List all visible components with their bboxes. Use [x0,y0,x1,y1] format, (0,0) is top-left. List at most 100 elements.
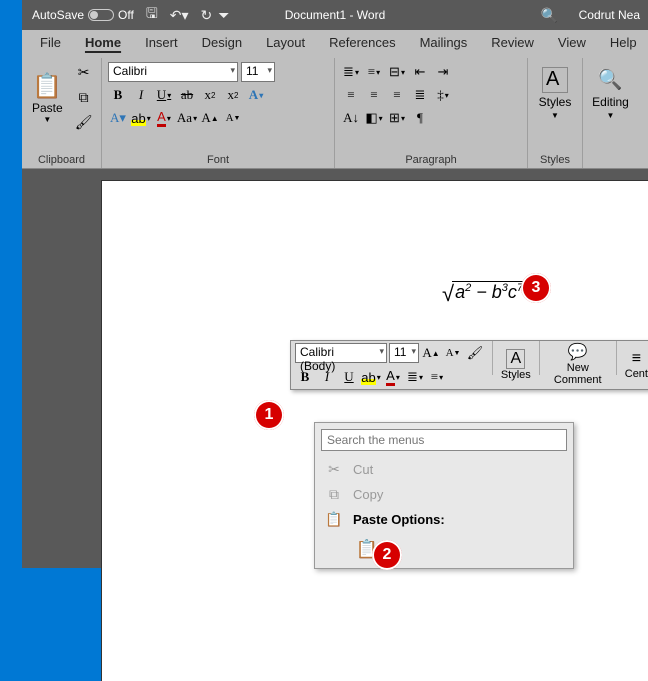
superscript-button[interactable]: x2 [223,85,243,105]
highlight-button[interactable]: ab▾ [131,108,151,128]
ctx-copy-label: Copy [353,487,383,502]
equation[interactable]: √ a2 − b3c7 [442,281,526,307]
mini-toolbar: Calibri (Body) 11 A▲ A▼ 🖌 B I U ab▾ A▾ ≣… [290,340,648,390]
subscript-button[interactable]: x2 [200,85,220,105]
group-font: Calibri 11 B I U▾ ab x2 x2 A▾ A▾ ab▾ A▾ … [102,58,335,168]
user-name: Codrut Nea [579,8,640,22]
paste-button[interactable]: 📋 Paste ▼ [28,62,67,133]
decrease-indent-button[interactable]: ⇤ [410,62,430,82]
mini-size-combo[interactable]: 11 [389,343,419,363]
show-marks-button[interactable]: ¶ [410,108,430,128]
mini-styles[interactable]: A Styles [496,341,536,389]
format-painter-button[interactable]: 🖌 [71,112,97,133]
font-color-button[interactable]: A▾ [154,108,174,128]
numbering-button[interactable]: ≡▾ [364,62,384,82]
scissors-icon: ✂ [78,64,90,81]
tab-review[interactable]: Review [479,30,546,58]
menu-search-input[interactable] [321,429,567,451]
underline-button[interactable]: U▾ [154,85,174,105]
autosave-label: AutoSave [32,8,84,22]
title-bar: AutoSave Off 🖫 ↶▾ ↻ ⏷ Document1 - Word 🔍… [22,0,648,30]
strikethrough-button[interactable]: ab [177,85,197,105]
group-label-clipboard: Clipboard [28,152,95,166]
tab-help[interactable]: Help [598,30,648,58]
line-spacing-button[interactable]: ‡▾ [433,85,453,105]
align-icon: ≡ [632,350,641,368]
search-icon[interactable]: 🔍 [541,7,558,24]
copy-icon: ⧉ [325,486,343,503]
ribbon-tabs: File Home Insert Design Layout Reference… [22,30,648,58]
grow-font-button[interactable]: A▲ [200,108,220,128]
toggle-icon [88,9,114,21]
autosave-state: Off [118,8,134,22]
align-left-button[interactable]: ≡ [341,85,361,105]
styles-button[interactable]: A Styles ▼ [532,62,579,125]
tab-file[interactable]: File [28,30,73,58]
styles-btn-label: Styles [539,95,572,109]
increase-indent-button[interactable]: ⇥ [433,62,453,82]
justify-button[interactable]: ≣ [410,85,430,105]
shrink-font-button[interactable]: A▼ [223,108,243,128]
mini-styles-label: Styles [501,369,531,381]
undo-icon[interactable]: ↶▾ [170,7,189,24]
find-icon: 🔍 [598,67,624,93]
group-label-styles: Styles [540,152,570,166]
paintbrush-icon: 🖌 [75,114,93,131]
context-menu: ✂ Cut ⧉ Copy 📋 Paste Options: 📋 [314,422,574,569]
clipboard-icon: 📋 [32,72,62,101]
sort-button[interactable]: A↓ [341,108,361,128]
dictate-button[interactable]: 🎙 Dictate ▼ [641,62,648,125]
annotation-badge-2: 2 [372,540,402,570]
mini-format-painter[interactable]: 🖌 [465,343,485,363]
bold-button[interactable]: B [108,85,128,105]
align-right-button[interactable]: ≡ [387,85,407,105]
borders-button[interactable]: ⊞▾ [387,108,407,128]
group-label-paragraph: Paragraph [341,152,521,166]
equation-body: a2 − b3c7 [452,281,526,303]
mini-new-comment[interactable]: 💬 New Comment [543,341,613,389]
comment-icon: 💬 [568,344,588,362]
tab-design[interactable]: Design [190,30,254,58]
redo-icon[interactable]: ↻ [201,7,213,24]
qat-dropdown-icon[interactable]: ⏷ [218,7,229,24]
group-paragraph: ≣▾ ≡▾ ⊟▾ ⇤ ⇥ ≡ ≡ ≡ ≣ ‡▾ A↓ ◧▾ ⊞▾ ¶ [335,58,528,168]
mini-font-color[interactable]: A▾ [383,367,403,387]
mini-highlight[interactable]: ab▾ [361,367,381,387]
mini-shrink-font[interactable]: A▼ [443,343,463,363]
align-center-button[interactable]: ≡ [364,85,384,105]
char-shading-button[interactable]: Aa▾ [177,108,197,128]
mini-numbering[interactable]: ≡▾ [427,367,447,387]
tab-insert[interactable]: Insert [133,30,190,58]
tab-references[interactable]: References [317,30,407,58]
mini-comment-label: New Comment [548,362,608,386]
mini-bullets[interactable]: ≣▾ [405,367,425,387]
editing-button[interactable]: 🔍 Editing ▼ [585,62,636,125]
font-name-combo[interactable]: Calibri [108,62,238,82]
autosave-toggle[interactable]: AutoSave Off [32,8,134,22]
editing-btn-label: Editing [592,95,629,109]
tab-layout[interactable]: Layout [254,30,317,58]
mini-font-combo[interactable]: Calibri (Body) [295,343,387,363]
cut-button[interactable]: ✂ [71,62,97,83]
bullets-button[interactable]: ≣▾ [341,62,361,82]
mini-underline[interactable]: U [339,367,359,387]
text-effects-button[interactable]: A▾ [246,85,266,105]
tab-mailings[interactable]: Mailings [408,30,480,58]
multilevel-button[interactable]: ⊟▾ [387,62,407,82]
mini-cent[interactable]: ≡ Cent [620,341,648,389]
ctx-paste-label: Paste Options: [353,512,445,527]
tab-home[interactable]: Home [73,30,133,58]
change-case-button[interactable]: A▾ [108,108,128,128]
mini-grow-font[interactable]: A▲ [421,343,441,363]
ctx-cut: ✂ Cut [315,457,573,482]
ribbon: 📋 Paste ▼ ✂ ⧉ 🖌 Clipboard Calibri 11 [22,58,648,169]
ctx-copy: ⧉ Copy [315,482,573,507]
copy-button[interactable]: ⧉ [71,87,97,108]
shading-button[interactable]: ◧▾ [364,108,384,128]
italic-button[interactable]: I [131,85,151,105]
scissors-icon: ✂ [325,461,343,478]
tab-view[interactable]: View [546,30,598,58]
group-styles: A Styles ▼ Styles [528,58,583,168]
save-icon[interactable]: 🖫 [146,3,158,27]
font-size-combo[interactable]: 11 [241,62,275,82]
